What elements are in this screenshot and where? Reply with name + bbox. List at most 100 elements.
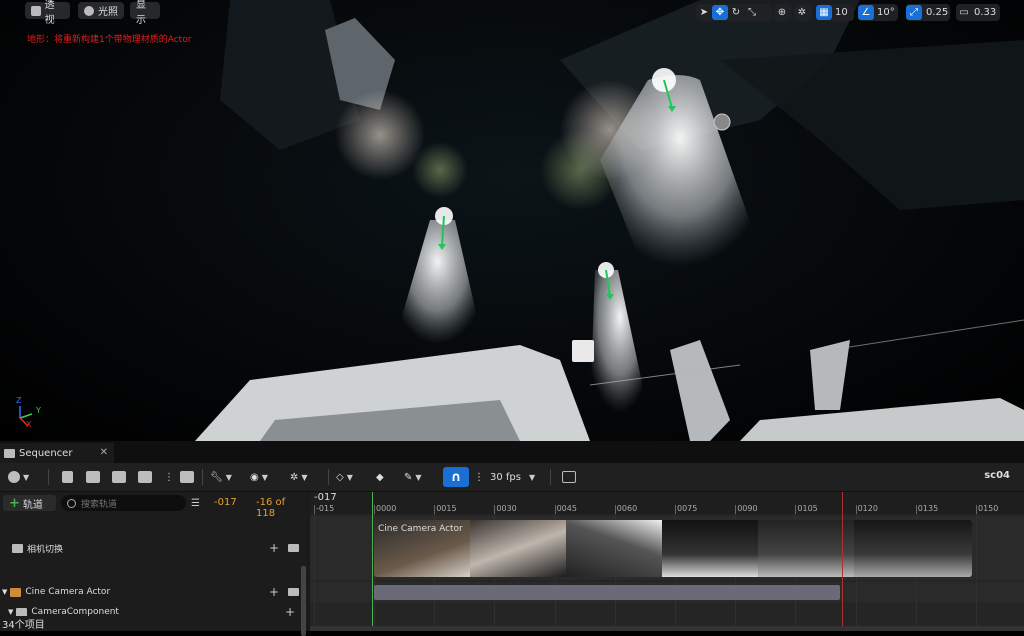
wrench-icon: 🔧︎ bbox=[210, 471, 223, 483]
track-search-input[interactable]: 搜索轨道 bbox=[61, 495, 186, 511]
more-options-button[interactable]: ⋮ bbox=[164, 468, 174, 486]
curve-icon bbox=[562, 471, 576, 483]
curve-editor-button[interactable] bbox=[562, 468, 576, 486]
camera-icon[interactable] bbox=[288, 544, 299, 552]
playback-menu-button[interactable]: ✲ ▼ bbox=[290, 468, 308, 486]
scale-snap-button[interactable]: ⤢ 0.25 bbox=[906, 4, 950, 21]
transform-tools: ➤ ✥ ↻ ⤡ bbox=[696, 4, 772, 21]
timeline-scrollbar[interactable] bbox=[310, 626, 1024, 631]
rotate-icon[interactable]: ↻ bbox=[728, 5, 744, 20]
track-cine-camera-actor[interactable]: ▼ Cine Camera Actor + bbox=[0, 584, 307, 600]
filter-icon[interactable]: ☰ bbox=[191, 498, 200, 509]
add-track-button[interactable]: + 轨道 bbox=[3, 495, 56, 511]
fps-dropdown[interactable]: 30 fps ▼ bbox=[490, 468, 535, 486]
tick-label: 0150 bbox=[978, 504, 999, 513]
tick-mark bbox=[976, 505, 977, 514]
track-camera-cuts[interactable]: 相机切换 + bbox=[0, 540, 307, 556]
scale-snap-icon: ⤢ bbox=[906, 5, 922, 20]
view-menu-button[interactable]: ◉ ▼ bbox=[250, 468, 268, 486]
snap-toggle-button[interactable]: ∩ bbox=[443, 467, 469, 487]
tick-label: 0060 bbox=[616, 504, 638, 513]
sun-icon bbox=[84, 5, 94, 16]
camera-icon: ▭ bbox=[959, 7, 969, 18]
more-icon: ⋮ bbox=[474, 471, 484, 483]
timeline-area[interactable]: -017 -015 0000 0015 0030 0045 0060 0075 0090 010… bbox=[310, 492, 1024, 631]
move-icon[interactable]: ✥ bbox=[712, 5, 728, 20]
level-viewport[interactable]: 透视 光照 显示 ➤ ✥ ↻ ⤡ ⊕ ✲ ▦ 10 ∠ 10° ⤢ 0.25 ▭… bbox=[0, 0, 1024, 441]
save-icon bbox=[62, 471, 73, 483]
playback-end-marker[interactable] bbox=[842, 492, 843, 631]
search-icon bbox=[67, 498, 76, 508]
save-button[interactable] bbox=[62, 468, 73, 486]
edit-menu-button[interactable]: ✎ ▼ bbox=[404, 468, 422, 486]
camera-icon[interactable] bbox=[288, 588, 299, 596]
status-item-count: 34个项目 bbox=[0, 616, 45, 631]
actor-button[interactable] bbox=[180, 468, 194, 486]
world-local-button[interactable]: ⊕ bbox=[774, 4, 792, 21]
tab-sequencer[interactable]: Sequencer ✕ bbox=[0, 443, 114, 463]
thumbnail bbox=[566, 520, 662, 577]
folder-icon bbox=[86, 471, 100, 483]
tick-mark bbox=[735, 505, 737, 514]
key-menu-button[interactable]: ◇ ▼ bbox=[336, 468, 353, 486]
rotation-snap-button[interactable]: ∠ 10° bbox=[858, 4, 898, 21]
current-frame-field[interactable]: -017 bbox=[214, 497, 237, 508]
scale-icon[interactable]: ⤡ bbox=[744, 5, 760, 20]
tick-label: 0000 bbox=[376, 504, 397, 513]
magnet-icon: ∩ bbox=[450, 469, 462, 485]
camera-cut-icon bbox=[12, 543, 23, 553]
add-section-icon[interactable]: + bbox=[269, 541, 279, 555]
camera-actor-section[interactable] bbox=[374, 585, 840, 600]
tick-mark bbox=[434, 505, 436, 514]
eye-icon: ◉ bbox=[250, 471, 259, 483]
add-section-icon[interactable]: + bbox=[285, 605, 295, 619]
more-icon: ⋮ bbox=[164, 471, 174, 483]
tick-label: 0075 bbox=[677, 504, 698, 513]
axis-y-label: Y bbox=[36, 406, 41, 415]
track-label: 相机切换 bbox=[27, 544, 64, 555]
grid-line bbox=[314, 514, 315, 631]
camera-button[interactable] bbox=[112, 468, 126, 486]
tick-label: 0030 bbox=[496, 504, 517, 513]
perspective-label: 透视 bbox=[44, 0, 55, 26]
thumbnail bbox=[758, 520, 854, 577]
tick-mark bbox=[795, 505, 797, 514]
close-icon[interactable]: ✕ bbox=[100, 447, 108, 458]
fps-label: 30 fps bbox=[490, 471, 521, 483]
axis-z-label: Z bbox=[16, 396, 22, 405]
track-camera-component[interactable]: ▼ CameraComponent + bbox=[0, 604, 307, 620]
add-section-icon[interactable]: + bbox=[269, 585, 279, 599]
time-ruler[interactable]: -017 -015 0000 0015 0030 0045 0060 0075 0090 010… bbox=[310, 492, 1024, 514]
playback-start-marker[interactable] bbox=[372, 492, 373, 631]
select-icon[interactable]: ➤ bbox=[696, 5, 712, 20]
sequencer-toolbar: ▼ ⋮ 🔧︎ ▼ ◉ ▼ ✲ ▼ ◇ ▼ ◆ ✎ ▼ ∩ ⋮ 30 fps ▼ sc04 bbox=[0, 463, 1024, 492]
viewport-toolbar: 透视 光照 显示 ➤ ✥ ↻ ⤡ ⊕ ✲ ▦ 10 ∠ 10° ⤢ 0.25 ▭… bbox=[0, 0, 1024, 26]
keyframe-icon: ◆ bbox=[376, 471, 384, 483]
show-button[interactable]: 显示 bbox=[130, 0, 160, 26]
tick-label: 0090 bbox=[737, 504, 758, 513]
thumbnail bbox=[854, 520, 972, 577]
grid-snap-button[interactable]: ▦ 10 bbox=[816, 4, 854, 21]
sequence-name: sc04 bbox=[984, 470, 1010, 481]
cube-icon bbox=[31, 5, 41, 16]
camera-speed-button[interactable]: ▭ 0.33 bbox=[956, 4, 1000, 21]
frame-counter: -16 of 118 bbox=[256, 497, 286, 519]
gear-icon: ✲ bbox=[290, 471, 299, 483]
globe-icon bbox=[8, 471, 20, 483]
tools-menu-button[interactable]: 🔧︎ ▼ bbox=[210, 468, 232, 486]
track-list-scrollbar[interactable] bbox=[301, 566, 306, 636]
surface-snap-button[interactable]: ✲ bbox=[794, 4, 812, 21]
lighting-button[interactable]: 光照 bbox=[78, 2, 124, 19]
track-list: + 轨道 搜索轨道 ☰ -017 -16 of 118 相机切换 + ▼ Cin… bbox=[0, 492, 307, 636]
perspective-button[interactable]: 透视 bbox=[25, 0, 70, 26]
add-track-label: 轨道 bbox=[22, 499, 43, 511]
tab-sequencer-label: Sequencer bbox=[19, 447, 73, 459]
render-button[interactable] bbox=[138, 468, 152, 486]
angle-icon: ∠ bbox=[858, 5, 874, 20]
world-menu-button[interactable]: ▼ bbox=[8, 468, 29, 486]
open-folder-button[interactable] bbox=[86, 468, 100, 486]
clapper-icon bbox=[138, 471, 152, 483]
camera-cut-section[interactable]: Cine Camera Actor bbox=[374, 520, 972, 577]
keyframe-button[interactable]: ◆ bbox=[376, 468, 384, 486]
snap-options-button[interactable]: ⋮ bbox=[474, 468, 484, 486]
